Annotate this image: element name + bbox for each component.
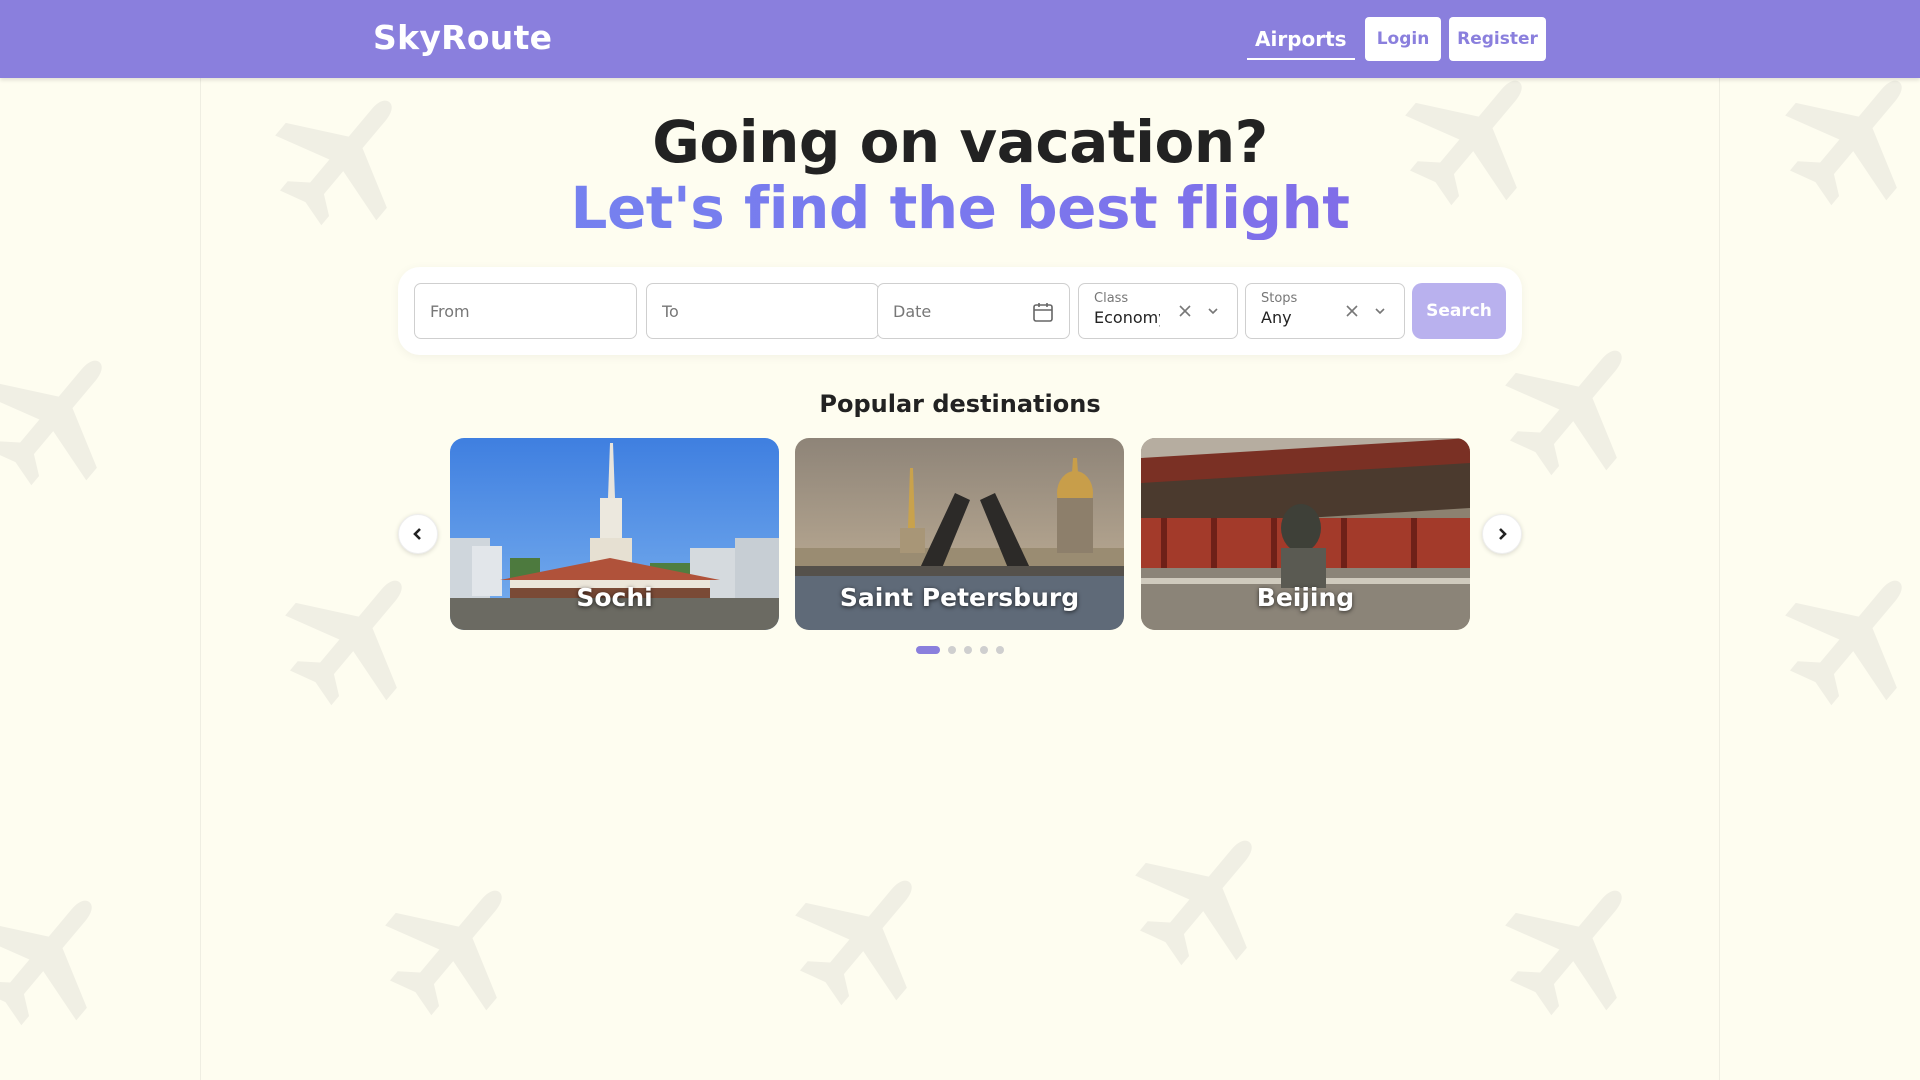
logo[interactable]: SkyRoute (373, 18, 552, 57)
close-icon[interactable] (1177, 303, 1193, 319)
search-button[interactable]: Search (1412, 283, 1506, 339)
carousel-pagination (916, 646, 1004, 654)
carousel-dot[interactable] (916, 646, 940, 654)
destination-name: Saint Petersburg (839, 583, 1080, 612)
chevron-left-icon (413, 528, 421, 540)
destination-card-beijing[interactable]: Beijing (1141, 438, 1470, 630)
carousel-prev-button[interactable] (398, 514, 438, 554)
flight-search-form: Class Economy Stops Any Search (398, 267, 1522, 355)
from-field (414, 283, 637, 339)
chevron-down-icon[interactable] (1205, 303, 1221, 319)
destination-card-saint-petersburg[interactable]: Saint Petersburg (795, 438, 1124, 630)
calendar-icon[interactable] (1031, 300, 1055, 324)
carousel-next-button[interactable] (1482, 514, 1522, 554)
to-field (646, 283, 879, 339)
carousel-dot[interactable] (948, 646, 956, 654)
hero-title: Going on vacation? (652, 108, 1268, 176)
hero-subtitle: Let's find the best flight (0, 176, 1920, 240)
top-navbar: SkyRoute Airports Login Register (0, 0, 1920, 78)
nav-link-airports[interactable]: Airports (1247, 24, 1355, 60)
to-input[interactable] (647, 284, 878, 338)
from-input[interactable] (415, 284, 636, 338)
date-field (877, 283, 1070, 339)
carousel-dot[interactable] (996, 646, 1004, 654)
destination-name: Beijing (1256, 583, 1355, 612)
stops-value: Any (1261, 308, 1292, 327)
stops-select[interactable]: Stops Any (1245, 283, 1405, 339)
plane-icon (1785, 580, 1902, 706)
stops-label: Stops (1261, 291, 1298, 306)
destination-card-sochi[interactable]: Sochi (450, 438, 779, 630)
carousel-dot[interactable] (980, 646, 988, 654)
class-select[interactable]: Class Economy (1078, 283, 1238, 339)
class-label: Class (1094, 291, 1129, 306)
popular-destinations-title: Popular destinations (819, 390, 1101, 418)
carousel-dot[interactable] (964, 646, 972, 654)
hero-heading: Going on vacation? Let's find the best f… (0, 108, 1920, 240)
chevron-down-icon[interactable] (1372, 303, 1388, 319)
destination-name: Sochi (576, 583, 653, 612)
plane-icon (0, 900, 92, 1026)
chevron-right-icon (1499, 528, 1507, 540)
login-button[interactable]: Login (1365, 17, 1441, 61)
register-button[interactable]: Register (1449, 17, 1546, 61)
class-value: Economy (1094, 308, 1160, 327)
close-icon[interactable] (1344, 303, 1360, 319)
